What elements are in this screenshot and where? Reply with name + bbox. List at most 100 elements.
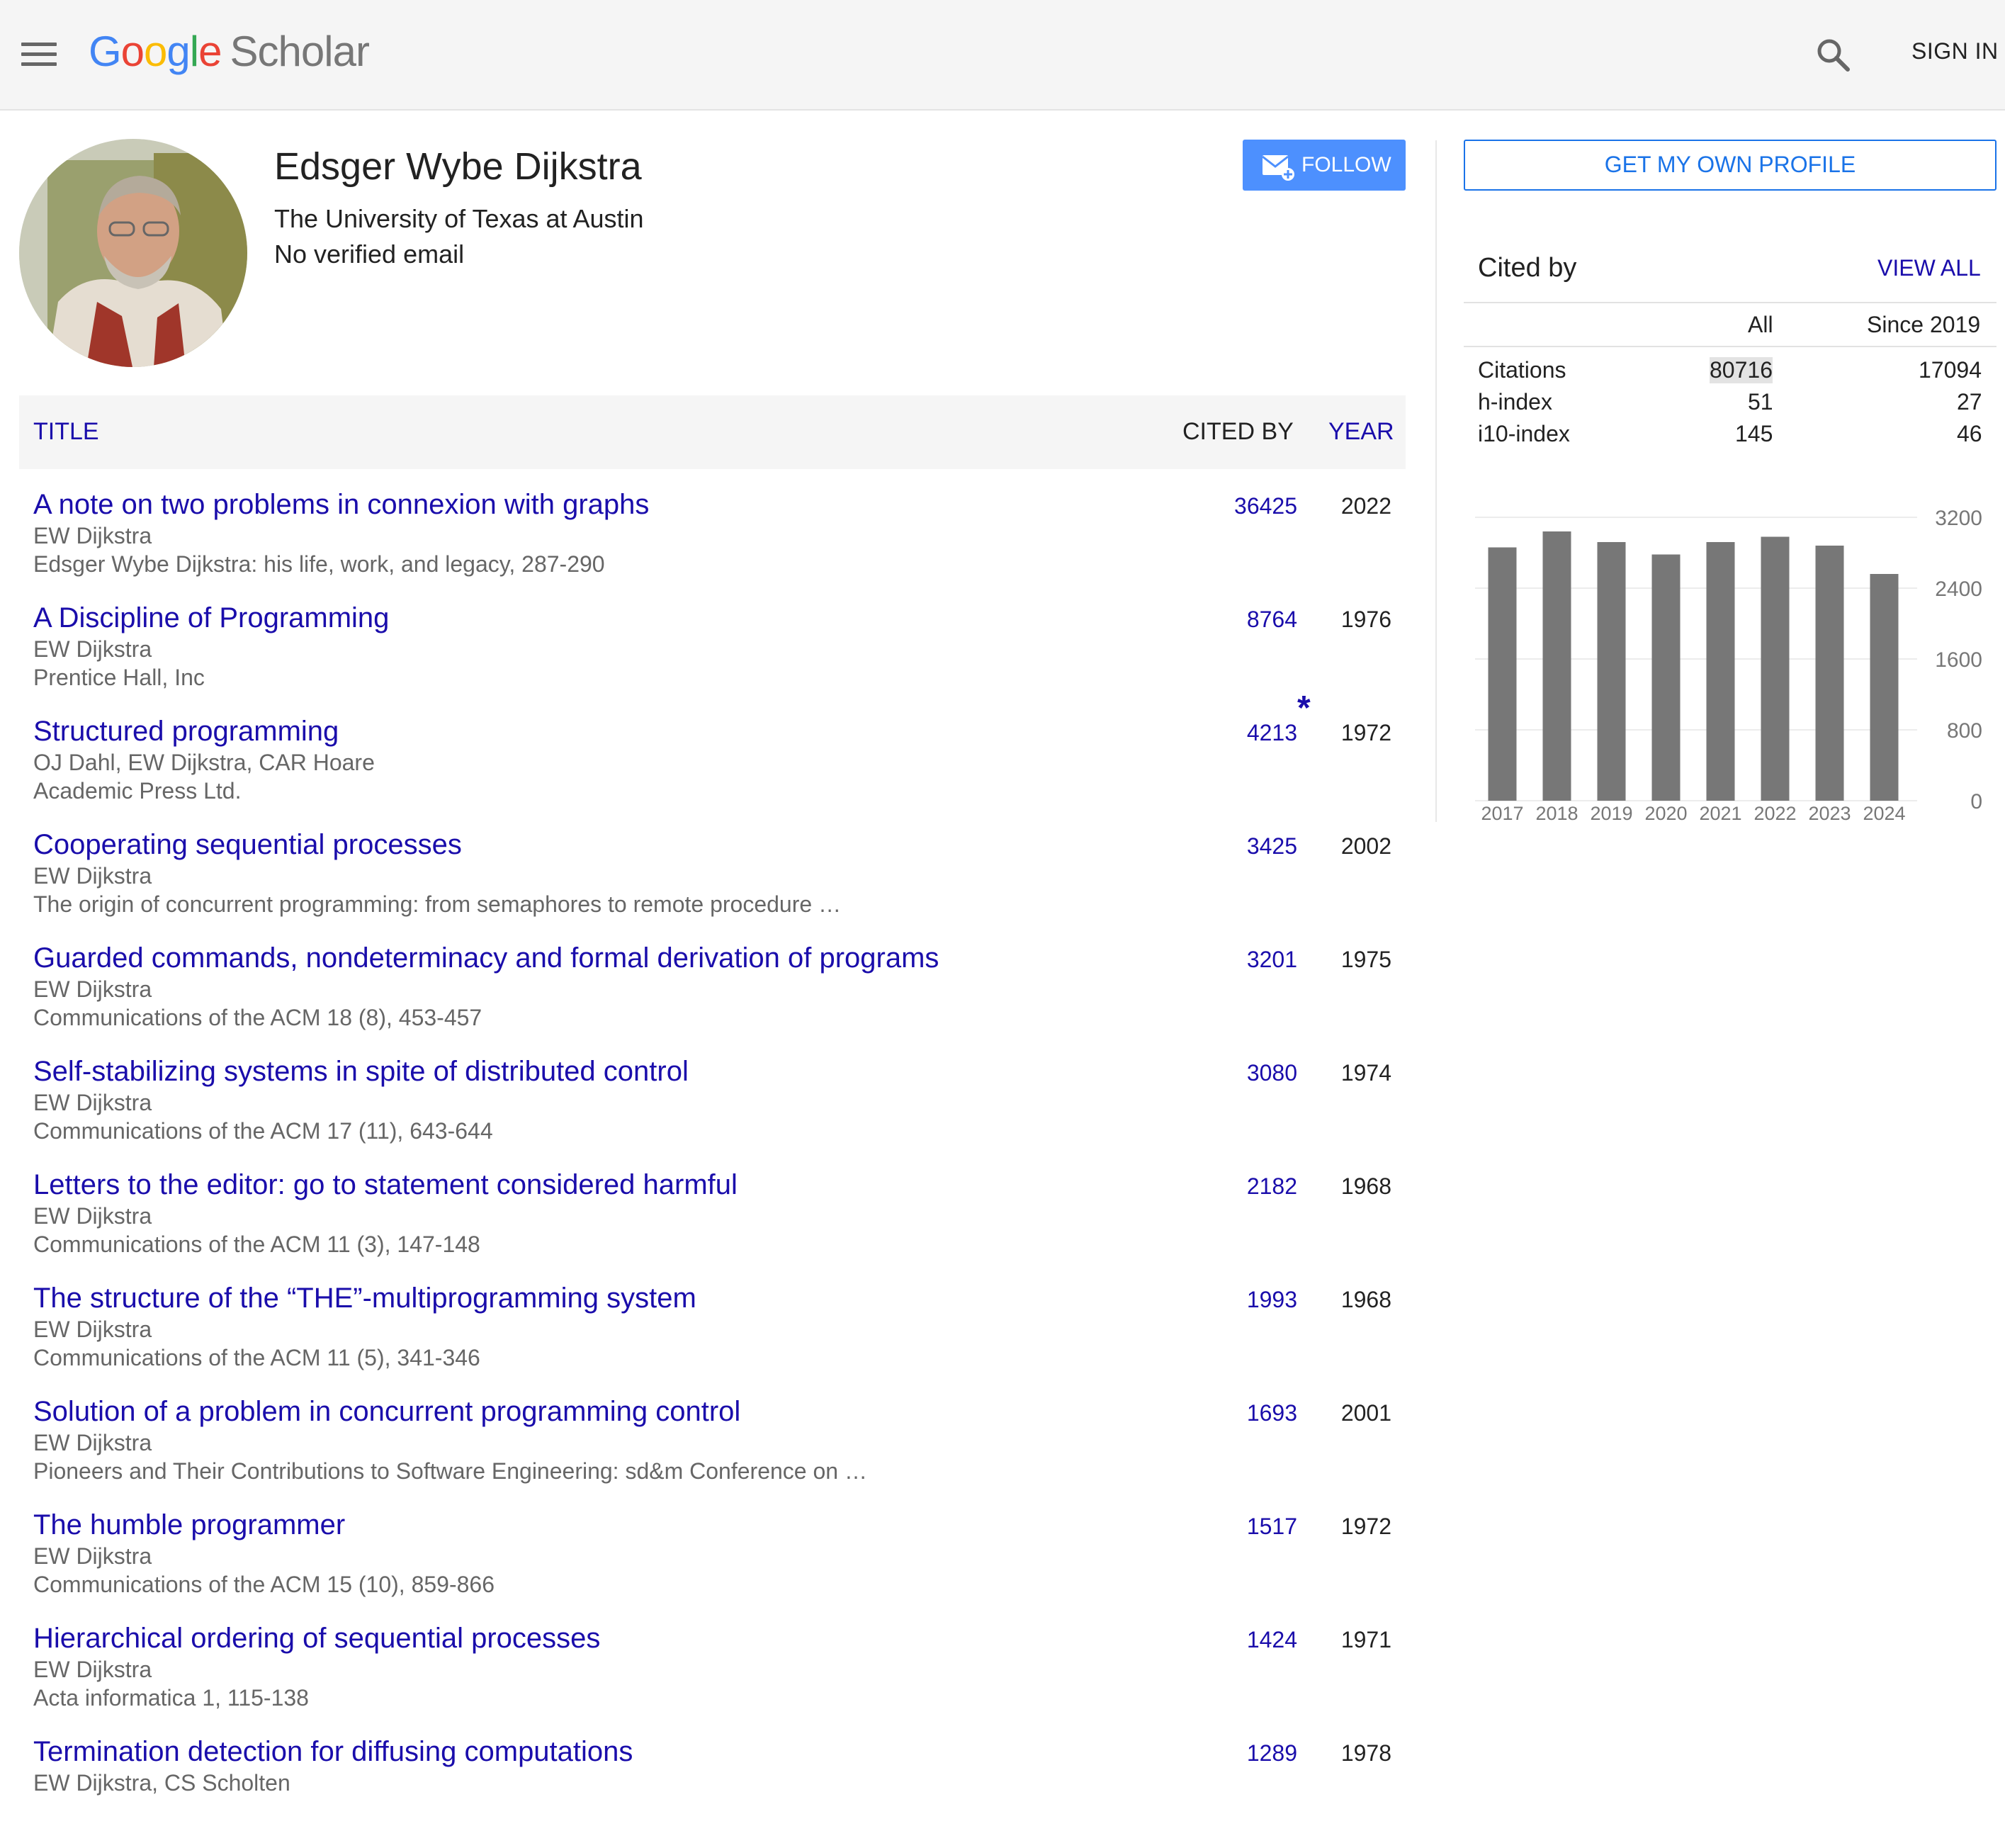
publication-year: 1968 [1340, 1173, 1391, 1199]
publications-table-header: TITLE CITED BY YEAR [19, 395, 1406, 469]
publication-row: Hierarchical ordering of sequential proc… [19, 1621, 1406, 1735]
y-tick-label: 2400 [1935, 578, 1982, 601]
cited-by-count-link[interactable]: 36425 [1234, 492, 1297, 520]
bar [1815, 546, 1844, 801]
stat-since-value: 46 [1957, 421, 1982, 446]
publication-title-link[interactable]: A note on two problems in connexion with… [33, 488, 649, 522]
publication-authors: EW Dijkstra [33, 1430, 152, 1455]
publication-year: 1978 [1340, 1740, 1391, 1766]
cited-by-count-link[interactable]: 3425 [1247, 832, 1297, 860]
publication-venue: The origin of concurrent programming: fr… [33, 891, 842, 917]
logo-letter: o [144, 28, 167, 75]
view-all-link[interactable]: VIEW ALL [1877, 255, 1981, 281]
publication-venue: Communications of the ACM 11 (3), 147-14… [33, 1232, 480, 1257]
search-icon[interactable] [1814, 35, 1853, 75]
publication-authors: EW Dijkstra [33, 1090, 152, 1115]
top-app-bar: Google Scholar SIGN IN [0, 0, 2005, 111]
publication-title-link[interactable]: Guarded commands, nondeterminacy and for… [33, 941, 939, 975]
cited-by-count-link[interactable]: 1289 [1247, 1739, 1297, 1767]
sort-by-year[interactable]: YEAR [1328, 418, 1394, 446]
bar [1488, 547, 1517, 801]
stat-label: h-index [1478, 389, 1552, 415]
x-tick-label: 2023 [1808, 803, 1851, 824]
y-tick-label: 0 [1970, 790, 1982, 813]
publication-venue: Pioneers and Their Contributions to Soft… [33, 1458, 867, 1484]
bar [1870, 574, 1899, 801]
merged-citations-star[interactable]: * [1297, 692, 1311, 726]
x-tick-label: 2024 [1863, 803, 1905, 824]
publication-title-link[interactable]: Letters to the editor: go to statement c… [33, 1168, 738, 1202]
google-scholar-logo[interactable]: Google Scholar [89, 26, 370, 78]
cited-by-count-link[interactable]: 1993 [1247, 1285, 1297, 1314]
publication-authors: EW Dijkstra [33, 1203, 152, 1229]
publication-row: The structure of the “THE”-multiprogramm… [19, 1281, 1406, 1395]
stat-since-value: 17094 [1919, 357, 1982, 383]
publication-year: 1968 [1340, 1287, 1391, 1312]
cited-by-title: Cited by [1478, 253, 1577, 283]
publication-title-link[interactable]: Termination detection for diffusing comp… [33, 1735, 633, 1769]
publication-title-link[interactable]: The humble programmer [33, 1508, 345, 1542]
publication-venue: Communications of the ACM 18 (8), 453-45… [33, 1005, 482, 1030]
bar [1651, 554, 1681, 801]
stat-all-value: 80716 [1710, 357, 1773, 383]
profile-name: Edsger Wybe Dijkstra [274, 145, 642, 188]
stat-all-value: 51 [1748, 389, 1773, 415]
publication-authors: EW Dijkstra [33, 636, 152, 662]
stat-since-value: 27 [1957, 389, 1982, 415]
logo-letter: l [189, 28, 199, 75]
cited-by-count-link[interactable]: 8764 [1247, 605, 1297, 633]
publication-title-link[interactable]: Hierarchical ordering of sequential proc… [33, 1621, 600, 1655]
publication-year: 1976 [1340, 607, 1391, 632]
logo-letter: e [198, 28, 222, 75]
publication-venue: Communications of the ACM 17 (11), 643-6… [33, 1118, 493, 1144]
x-tick-label: 2020 [1644, 803, 1687, 824]
publication-authors: EW Dijkstra, CS Scholten [33, 1770, 290, 1796]
profile-affiliation[interactable]: The University of Texas at Austin [274, 204, 644, 234]
publication-row: Termination detection for diffusing comp… [19, 1735, 1406, 1848]
publication-year: 1975 [1340, 947, 1391, 972]
follow-button[interactable]: FOLLOW [1243, 140, 1406, 191]
col-header-since: Since 2019 [1867, 312, 1981, 337]
publication-venue: Edsger Wybe Dijkstra: his life, work, an… [33, 551, 605, 577]
publication-authors: EW Dijkstra [33, 863, 152, 889]
citations-per-year-chart: 3200 2400 1600 800 0 2017 2018 2019 2020 2021 2022… [1475, 507, 1982, 824]
sort-by-title[interactable]: TITLE [33, 418, 99, 446]
publication-venue: Communications of the ACM 11 (5), 341-34… [33, 1345, 480, 1370]
publication-row: The humble programmer EW Dijkstra Commun… [19, 1508, 1406, 1621]
publication-row: Solution of a problem in concurrent prog… [19, 1395, 1406, 1508]
cited-by-count-link[interactable]: 1693 [1247, 1399, 1297, 1427]
bar [1597, 542, 1626, 801]
publication-title-link[interactable]: Self-stabilizing systems in spite of dis… [33, 1054, 689, 1088]
publication-row: Letters to the editor: go to statement c… [19, 1168, 1406, 1281]
get-my-own-profile-button[interactable]: GET MY OWN PROFILE [1464, 140, 1996, 191]
publication-year: 2002 [1340, 833, 1391, 859]
publication-title-link[interactable]: Structured programming [33, 714, 339, 748]
menu-icon[interactable] [21, 41, 57, 67]
x-tick-label: 2018 [1535, 803, 1578, 824]
profile-photo [19, 139, 247, 367]
publication-row: Self-stabilizing systems in spite of dis… [19, 1054, 1406, 1168]
sign-in-button[interactable]: SIGN IN [1911, 38, 1999, 64]
y-tick-label: 1600 [1935, 648, 1982, 672]
cited-by-count-link[interactable]: 1517 [1247, 1512, 1297, 1540]
x-tick-label: 2017 [1481, 803, 1523, 824]
logo-letter: G [89, 28, 122, 75]
cited-by-count-link[interactable]: 4213 [1247, 719, 1297, 747]
cited-by-count-link[interactable]: 1424 [1247, 1626, 1297, 1654]
cited-by-count-link[interactable]: 3201 [1247, 945, 1297, 974]
publication-title-link[interactable]: Cooperating sequential processes [33, 828, 462, 862]
publication-row: Structured programming OJ Dahl, EW Dijks… [19, 692, 1406, 828]
publication-venue: Academic Press Ltd. [33, 778, 242, 804]
cited-by-count-link[interactable]: 2182 [1247, 1172, 1297, 1200]
publication-authors: EW Dijkstra [33, 1543, 152, 1569]
publication-year: 1974 [1340, 1060, 1391, 1086]
cited-by-count-link[interactable]: 3080 [1247, 1059, 1297, 1087]
publication-title-link[interactable]: Solution of a problem in concurrent prog… [33, 1395, 740, 1429]
bar [1542, 531, 1571, 801]
stat-label: Citations [1478, 357, 1566, 383]
publication-title-link[interactable]: A Discipline of Programming [33, 601, 389, 635]
sort-by-cited[interactable]: CITED BY [1182, 418, 1294, 446]
publication-title-link[interactable]: The structure of the “THE”-multiprogramm… [33, 1281, 696, 1315]
x-tick-label: 2022 [1753, 803, 1796, 824]
publication-venue: Communications of the ACM 15 (10), 859-8… [33, 1572, 495, 1597]
